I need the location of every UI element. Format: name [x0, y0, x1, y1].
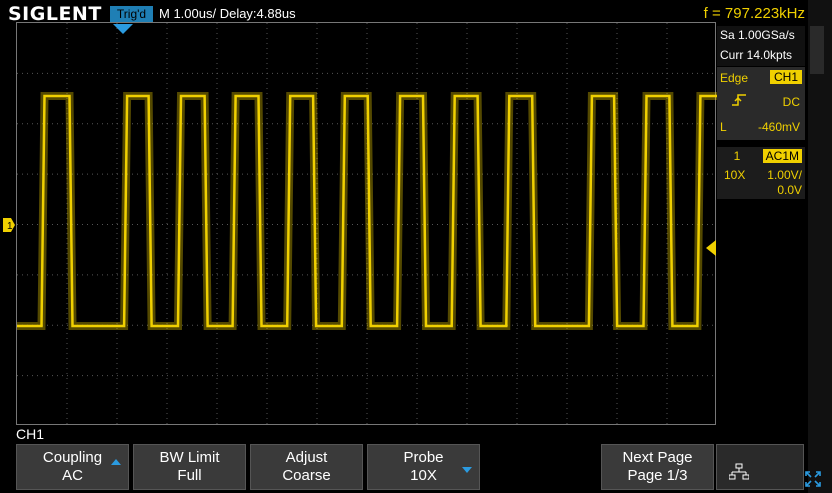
arrow-down-icon — [462, 467, 472, 473]
channel-scale: 1.00V/ — [767, 168, 802, 182]
coupling-softkey[interactable]: Coupling AC — [16, 444, 129, 490]
adjust-value: Coarse — [282, 467, 331, 484]
menu-title: CH1 — [16, 426, 45, 442]
trigger-level-value: -460mV — [757, 120, 800, 134]
fullscreen-expand-icon[interactable] — [804, 470, 822, 488]
trigger-panel[interactable]: Edge CH1 DC L -460mV — [717, 67, 805, 140]
next-page-value: Page 1/3 — [627, 467, 688, 484]
next-page-label: Next Page — [622, 449, 693, 466]
waveform-svg — [17, 23, 717, 426]
bw-limit-label: BW Limit — [159, 449, 220, 466]
timebase-readout[interactable]: M 1.00us/ Delay:4.88us — [159, 6, 296, 21]
waveform-grid[interactable] — [16, 22, 717, 426]
memory-depth: Curr 14.0kpts — [717, 46, 805, 66]
rising-edge-icon — [732, 94, 746, 106]
channel-probe: 10X — [724, 168, 746, 182]
bw-limit-softkey[interactable]: BW Limit Full — [133, 444, 246, 490]
channel-number: 1 — [733, 149, 741, 163]
adjust-softkey[interactable]: Adjust Coarse — [250, 444, 363, 490]
empty-softkey[interactable] — [484, 444, 597, 490]
coupling-value: AC — [62, 467, 83, 484]
scrollbar-thumb[interactable] — [810, 26, 824, 74]
frequency-readout: f = 797.223kHz — [703, 5, 805, 22]
arrow-up-icon — [111, 459, 121, 465]
network-softkey[interactable] — [716, 444, 804, 490]
trigger-source: CH1 — [769, 70, 802, 84]
channel-marker-label: 1 — [7, 221, 13, 232]
channel-offset: 0.0V — [777, 183, 802, 197]
channel-1-panel[interactable]: 1 AC1M 10X 1.00V/ 0.0V — [717, 147, 805, 199]
channel-coupling: AC1M — [762, 149, 802, 163]
channel-1-offset-marker-icon[interactable]: 1 — [3, 218, 15, 232]
trigger-level-label: L — [720, 120, 727, 134]
probe-softkey[interactable]: Probe 10X — [367, 444, 480, 490]
bw-limit-value: Full — [177, 467, 202, 484]
adjust-label: Adjust — [285, 449, 328, 466]
sample-rate: Sa 1.00GSa/s — [717, 26, 805, 46]
network-icon — [729, 463, 749, 480]
trigger-status-badge: Trig'd — [110, 6, 153, 22]
scope-screen: SIGLENT Trig'd M 1.00us/ Delay:4.88us f … — [0, 0, 832, 493]
trigger-coupling: DC — [782, 95, 800, 109]
next-page-softkey[interactable]: Next Page Page 1/3 — [601, 444, 714, 490]
trigger-type: Edge — [720, 71, 749, 85]
trigger-level-marker-icon[interactable] — [706, 240, 716, 256]
